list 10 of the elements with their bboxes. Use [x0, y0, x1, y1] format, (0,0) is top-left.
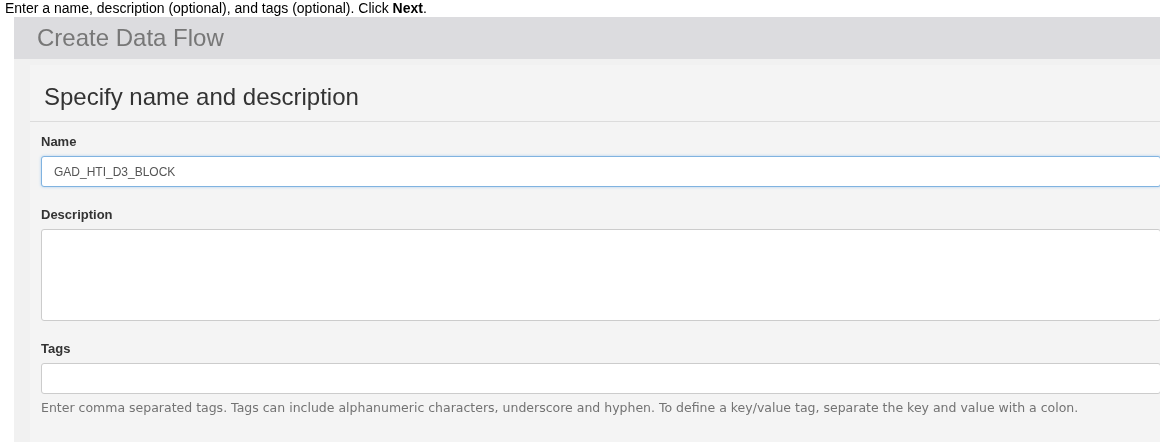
help-text: Enter comma separated tags. Tags can include alphanumeric characters, underscore and hyphen. To define a key/value tag, separate the key and value with a colon.	[41, 400, 1080, 415]
input-field[interactable]	[41, 363, 1160, 394]
description-field[interactable]	[41, 229, 1160, 321]
input-field[interactable]: GAD_HTI_D3_BLOCK	[41, 156, 1160, 187]
field-label: Tags	[41, 341, 72, 356]
section-title: Specify name and description	[44, 83, 359, 110]
field-label: Description	[41, 207, 114, 222]
field-label: Name	[41, 134, 78, 149]
instruction-text: Enter a name, description (optional), and tags (optional). Click Next.	[5, 0, 428, 17]
window-title: Create Data Flow	[37, 24, 224, 52]
